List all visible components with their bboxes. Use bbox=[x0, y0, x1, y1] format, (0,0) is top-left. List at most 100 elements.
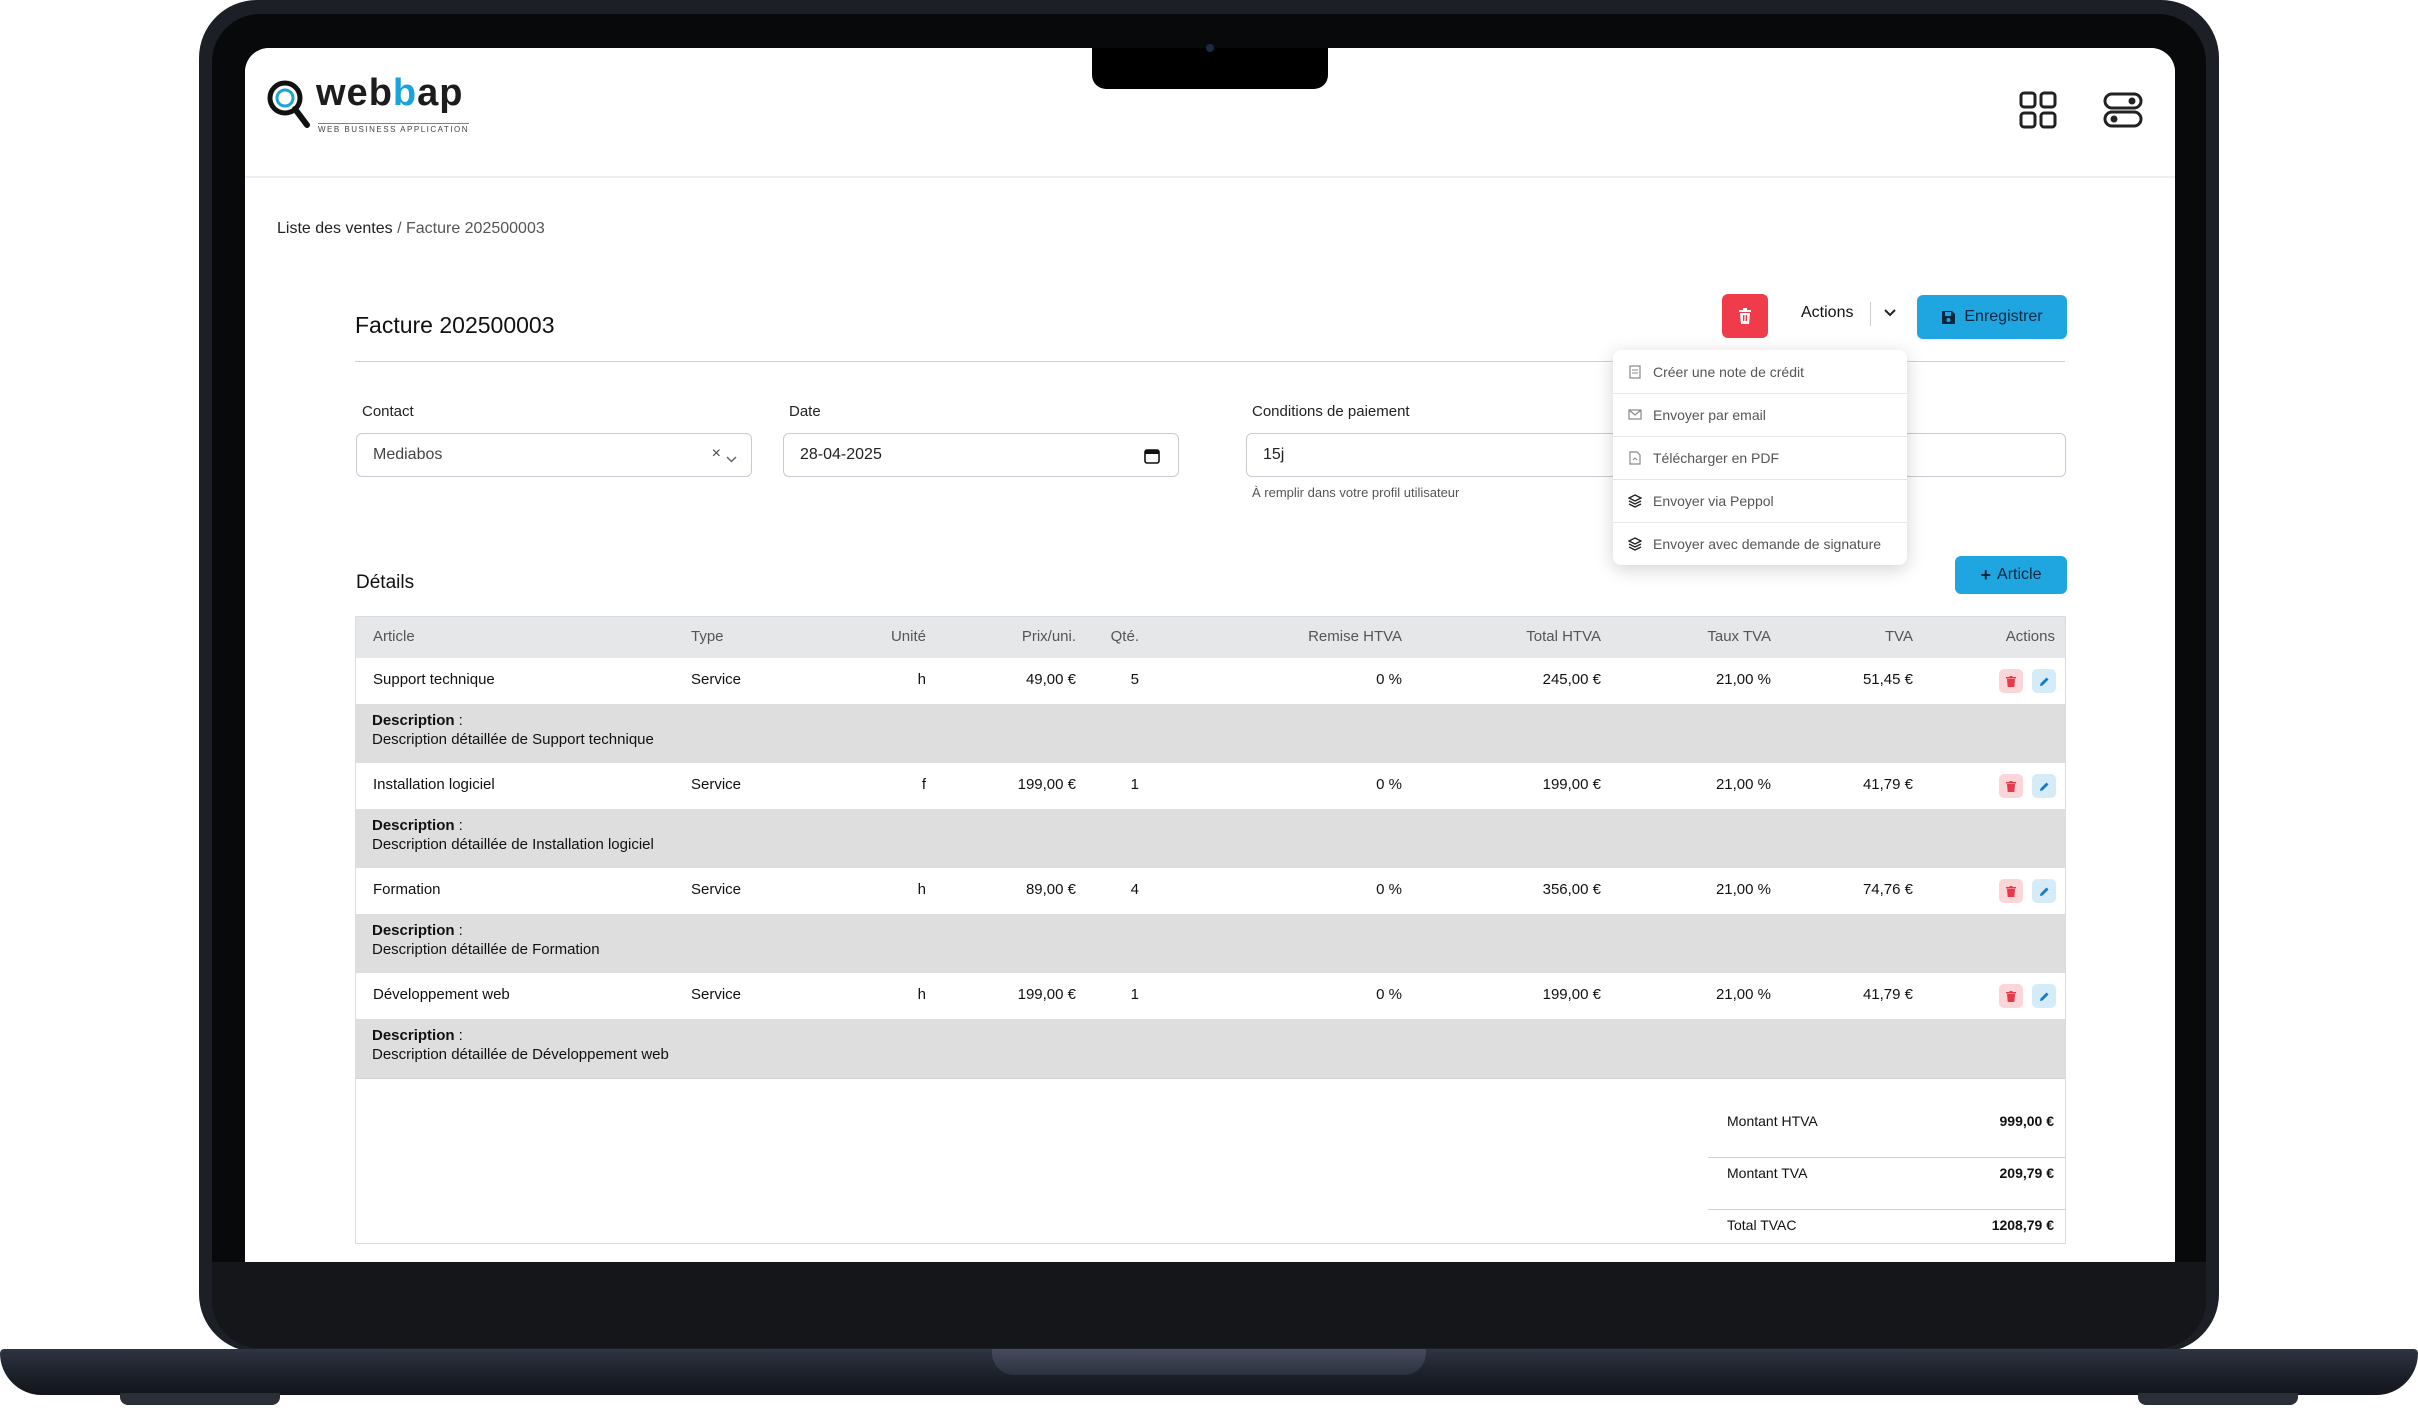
menu-item-label: Créer une note de crédit bbox=[1653, 363, 1804, 380]
logo-part-b: b bbox=[392, 72, 418, 114]
breadcrumb-current: Facture 202500003 bbox=[405, 220, 545, 237]
logo-magnifier-icon[interactable] bbox=[265, 78, 313, 130]
description-text: Description détaillée de Support techniq… bbox=[372, 731, 654, 748]
delete-row-button[interactable] bbox=[1999, 774, 2023, 798]
actions-menu: Créer une note de crédit Envoyer par ema… bbox=[1613, 350, 1907, 565]
description-text: Description détaillée de Formation bbox=[372, 941, 600, 958]
payment-conditions-label: Conditions de paiement bbox=[1252, 403, 1410, 420]
grid-icon[interactable] bbox=[2018, 90, 2058, 130]
add-article-button[interactable]: + Article bbox=[1955, 556, 2067, 594]
cell-qty: 1 bbox=[1130, 776, 1139, 793]
delete-row-button[interactable] bbox=[1999, 879, 2023, 903]
date-value: 28-04-2025 bbox=[800, 446, 882, 463]
date-input[interactable]: 28-04-2025 bbox=[783, 433, 1179, 477]
description-text: Description détaillée de Développement w… bbox=[372, 1046, 669, 1063]
description-heading: Description : bbox=[372, 817, 463, 834]
total-tvac-label: Total TVAC bbox=[1727, 1217, 1797, 1233]
delete-invoice-button[interactable] bbox=[1722, 294, 1768, 338]
date-label: Date bbox=[789, 403, 821, 420]
cell-vat: 41,79 € bbox=[1862, 776, 1913, 793]
trash-icon bbox=[2006, 885, 2016, 897]
toggle-settings-icon[interactable] bbox=[2103, 90, 2143, 130]
column-header-article[interactable]: Article bbox=[373, 628, 415, 645]
pencil-icon bbox=[2039, 677, 2048, 686]
breadcrumb-separator: / bbox=[392, 220, 406, 237]
description-heading: Description : bbox=[372, 922, 463, 939]
actions-separator bbox=[1870, 302, 1871, 326]
column-header-vat[interactable]: TVA bbox=[1786, 628, 1913, 645]
edit-row-button[interactable] bbox=[2032, 669, 2056, 693]
floppy-disk-icon bbox=[1942, 310, 1956, 324]
menu-item-credit-note[interactable]: Créer une note de crédit bbox=[1613, 350, 1907, 394]
cell-vat-rate: 21,00 % bbox=[1715, 881, 1771, 898]
column-header-discount[interactable]: Remise HTVA bbox=[1236, 628, 1402, 645]
clear-icon[interactable]: × bbox=[712, 445, 721, 463]
menu-item-label: Envoyer via Peppol bbox=[1653, 492, 1774, 509]
menu-item-send-email[interactable]: Envoyer par email bbox=[1613, 393, 1907, 437]
edit-row-button[interactable] bbox=[2032, 774, 2056, 798]
description-row: Description : Description détaillée de Fo… bbox=[356, 914, 2065, 974]
cell-unit: h bbox=[917, 881, 926, 898]
cell-vat: 74,76 € bbox=[1862, 881, 1913, 898]
page-title: Facture 202500003 bbox=[355, 312, 555, 338]
calendar-icon[interactable] bbox=[1144, 448, 1160, 469]
cell-qty: 1 bbox=[1130, 986, 1139, 1003]
column-header-price[interactable]: Prix/uni. bbox=[956, 628, 1076, 645]
cell-discount: 0 % bbox=[1376, 776, 1402, 793]
description-row: Description : Description détaillée de In… bbox=[356, 809, 2065, 869]
cell-vat: 41,79 € bbox=[1862, 986, 1913, 1003]
camera-notch bbox=[1092, 48, 1328, 89]
total-htva-value: 999,00 € bbox=[1999, 1113, 2055, 1129]
save-button[interactable]: Enregistrer bbox=[1917, 295, 2067, 339]
description-label: Description bbox=[372, 922, 455, 939]
pencil-icon bbox=[2039, 887, 2048, 896]
chevron-down-icon[interactable] bbox=[1880, 302, 1900, 324]
pencil-icon bbox=[2039, 992, 2048, 1001]
menu-item-send-peppol[interactable]: Envoyer via Peppol bbox=[1613, 479, 1907, 523]
laptop-chin bbox=[212, 1262, 2206, 1348]
chevron-down-icon[interactable] bbox=[726, 450, 737, 468]
add-article-label: Article bbox=[1997, 566, 2042, 583]
column-header-actions: Actions bbox=[2005, 628, 2055, 645]
layers-icon bbox=[1627, 536, 1643, 552]
email-icon bbox=[1627, 407, 1643, 423]
pencil-icon bbox=[2039, 782, 2048, 791]
document-icon bbox=[1627, 364, 1643, 380]
edit-row-button[interactable] bbox=[2032, 879, 2056, 903]
trash-icon bbox=[2006, 675, 2016, 687]
delete-row-button[interactable] bbox=[1999, 669, 2023, 693]
menu-item-download-pdf[interactable]: Télécharger en PDF bbox=[1613, 436, 1907, 480]
delete-row-button[interactable] bbox=[1999, 984, 2023, 1008]
cell-vat: 51,45 € bbox=[1862, 671, 1913, 688]
cell-article: Installation logiciel bbox=[373, 776, 495, 793]
column-header-vat-rate[interactable]: Taux TVA bbox=[1626, 628, 1771, 645]
actions-dropdown-button[interactable]: Actions bbox=[1801, 304, 1853, 322]
menu-item-label: Télécharger en PDF bbox=[1653, 449, 1780, 466]
column-header-total-htva[interactable]: Total HTVA bbox=[1456, 628, 1601, 645]
cell-unit: h bbox=[917, 986, 926, 1003]
menu-item-label: Envoyer par email bbox=[1653, 406, 1766, 423]
cell-discount: 0 % bbox=[1376, 881, 1402, 898]
trash-icon bbox=[2006, 780, 2016, 792]
breadcrumb-link-ventes[interactable]: Liste des ventes bbox=[277, 220, 393, 237]
menu-item-send-signature[interactable]: Envoyer avec demande de signature bbox=[1613, 522, 1907, 565]
description-label: Description bbox=[372, 817, 455, 834]
column-header-qty[interactable]: Qté. bbox=[1076, 628, 1139, 645]
pdf-file-icon bbox=[1627, 450, 1643, 466]
cell-article: Formation bbox=[373, 881, 441, 898]
contact-value: Mediabos bbox=[373, 446, 443, 463]
contact-select[interactable]: Mediabos × bbox=[356, 433, 752, 477]
column-header-unit[interactable]: Unité bbox=[826, 628, 926, 645]
payment-conditions-value: 15j bbox=[1263, 446, 1285, 463]
column-header-type[interactable]: Type bbox=[691, 628, 724, 645]
details-section-title: Détails bbox=[356, 572, 415, 593]
logo-text[interactable]: webbap bbox=[316, 72, 463, 115]
cell-type: Service bbox=[691, 776, 742, 793]
cell-vat-rate: 21,00 % bbox=[1715, 671, 1771, 688]
cell-price: 199,00 € bbox=[1017, 776, 1076, 793]
description-heading: Description : bbox=[372, 1027, 463, 1044]
cell-vat-rate: 21,00 % bbox=[1715, 986, 1771, 1003]
cell-price: 49,00 € bbox=[1025, 671, 1076, 688]
edit-row-button[interactable] bbox=[2032, 984, 2056, 1008]
laptop-foot-left bbox=[120, 1393, 280, 1405]
